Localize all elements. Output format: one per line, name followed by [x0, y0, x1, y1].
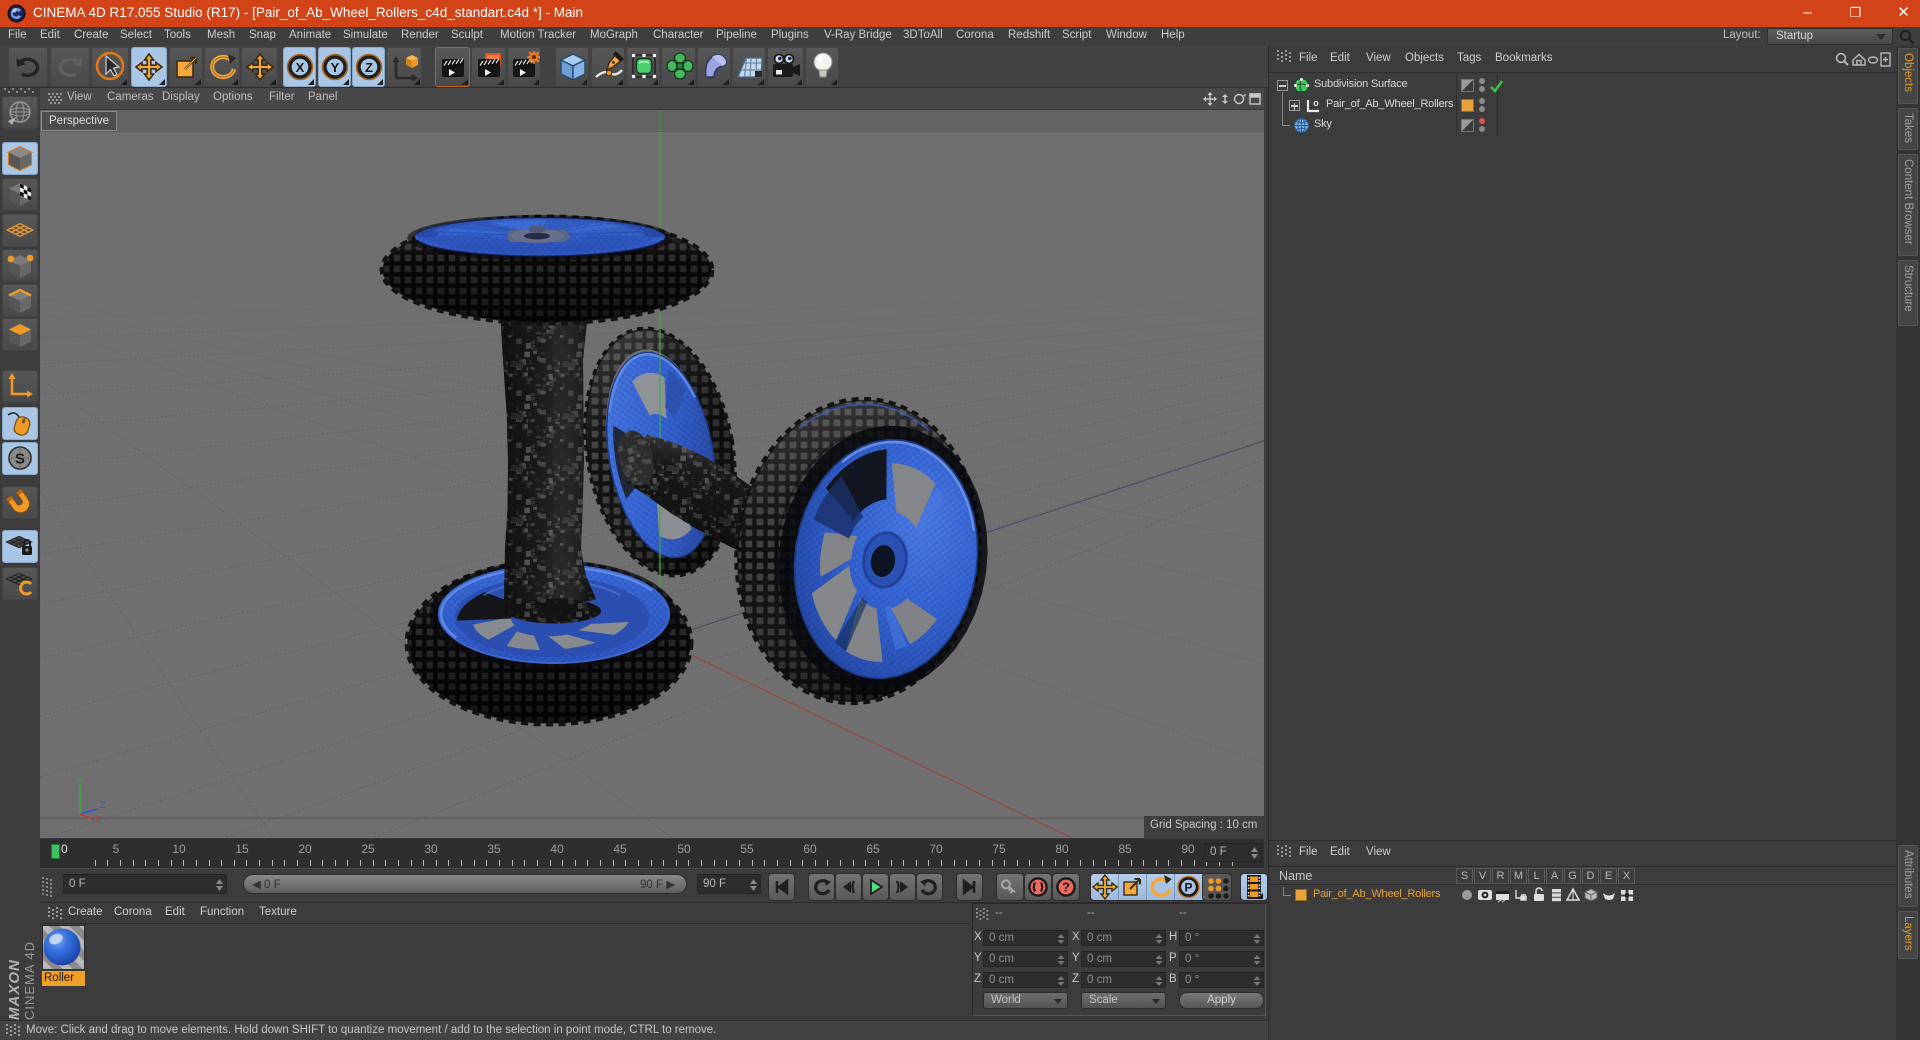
svg-text:Z: Z [365, 60, 373, 75]
svg-text:Z: Z [100, 800, 106, 810]
svg-text:X: X [95, 814, 101, 822]
svg-text:P: P [1184, 881, 1192, 895]
svg-text:Y: Y [77, 777, 83, 787]
svg-text:S: S [15, 451, 25, 468]
svg-text:X: X [296, 60, 305, 75]
svg-text:Y: Y [331, 60, 340, 75]
svg-text:o: o [1313, 98, 1319, 108]
svg-text:?: ? [1062, 880, 1070, 895]
